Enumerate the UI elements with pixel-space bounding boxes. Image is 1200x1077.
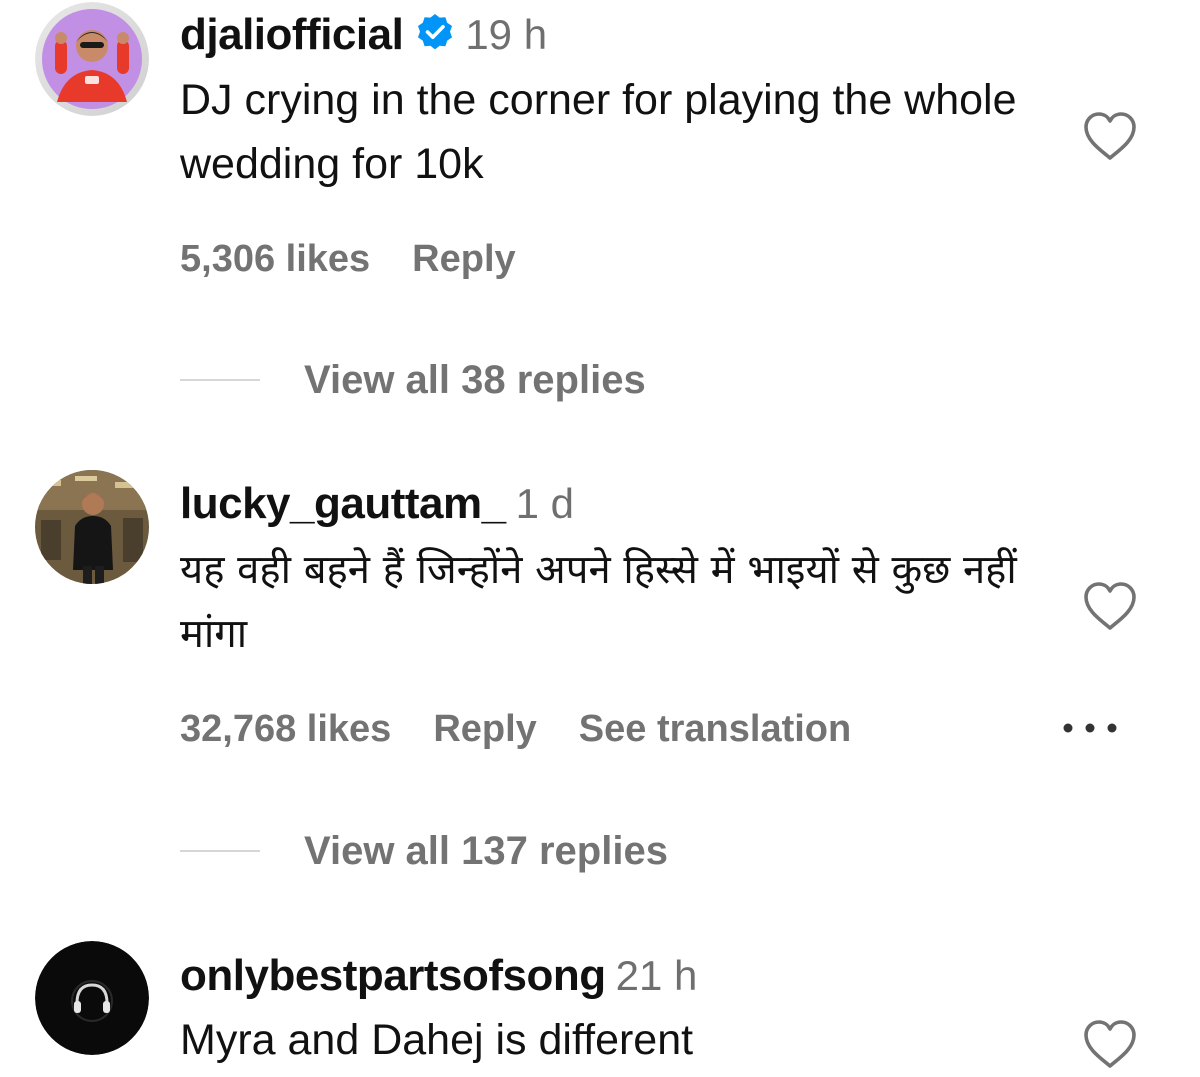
comment-text: Myra and Dahej is different [180, 1016, 694, 1064]
avatar[interactable] [35, 2, 149, 116]
username[interactable]: djaliofficial [180, 10, 404, 59]
view-replies-label: View all 137 replies [304, 829, 668, 873]
see-translation-button[interactable]: See translation [579, 708, 851, 750]
verified-badge-icon [418, 14, 453, 50]
comment-header: onlybestpartsofsong 21 h [180, 954, 697, 998]
heart-outline-icon[interactable] [1082, 110, 1138, 162]
avatar[interactable] [35, 470, 149, 584]
comment-text: यह वही बहने हैं जिन्होंने अपने हिस्से मे… [180, 547, 1017, 657]
comment-header: lucky_gauttam_ 1 d [180, 482, 574, 526]
ellipsis-icon[interactable] [1058, 718, 1122, 738]
heart-outline-icon[interactable] [1082, 580, 1138, 632]
comment-actions: 32,768 likes Reply See translation [180, 710, 893, 748]
view-replies-button[interactable]: View all 38 replies [180, 360, 646, 400]
comment-time: 21 h [615, 952, 698, 999]
likes-count[interactable]: 32,768 likes [180, 708, 391, 750]
avatar[interactable] [35, 941, 149, 1055]
view-replies-label: View all 38 replies [304, 358, 646, 402]
reply-button[interactable]: Reply [433, 708, 536, 750]
likes-count[interactable]: 5,306 likes [180, 238, 370, 280]
username[interactable]: lucky_gauttam_ [180, 479, 506, 528]
replies-divider [180, 850, 260, 852]
comment-header: djaliofficial 19 h [180, 12, 547, 57]
username[interactable]: onlybestpartsofsong [180, 951, 606, 1000]
comment-text: DJ crying in the corner for playing the … [180, 76, 1017, 188]
comment-time: 19 h [465, 11, 548, 58]
comment-actions: 5,306 likes Reply [180, 240, 558, 278]
comment-time: 1 d [515, 480, 574, 527]
reply-button[interactable]: Reply [412, 238, 515, 280]
view-replies-button[interactable]: View all 137 replies [180, 831, 668, 871]
heart-outline-icon[interactable] [1082, 1018, 1138, 1070]
replies-divider [180, 379, 260, 381]
